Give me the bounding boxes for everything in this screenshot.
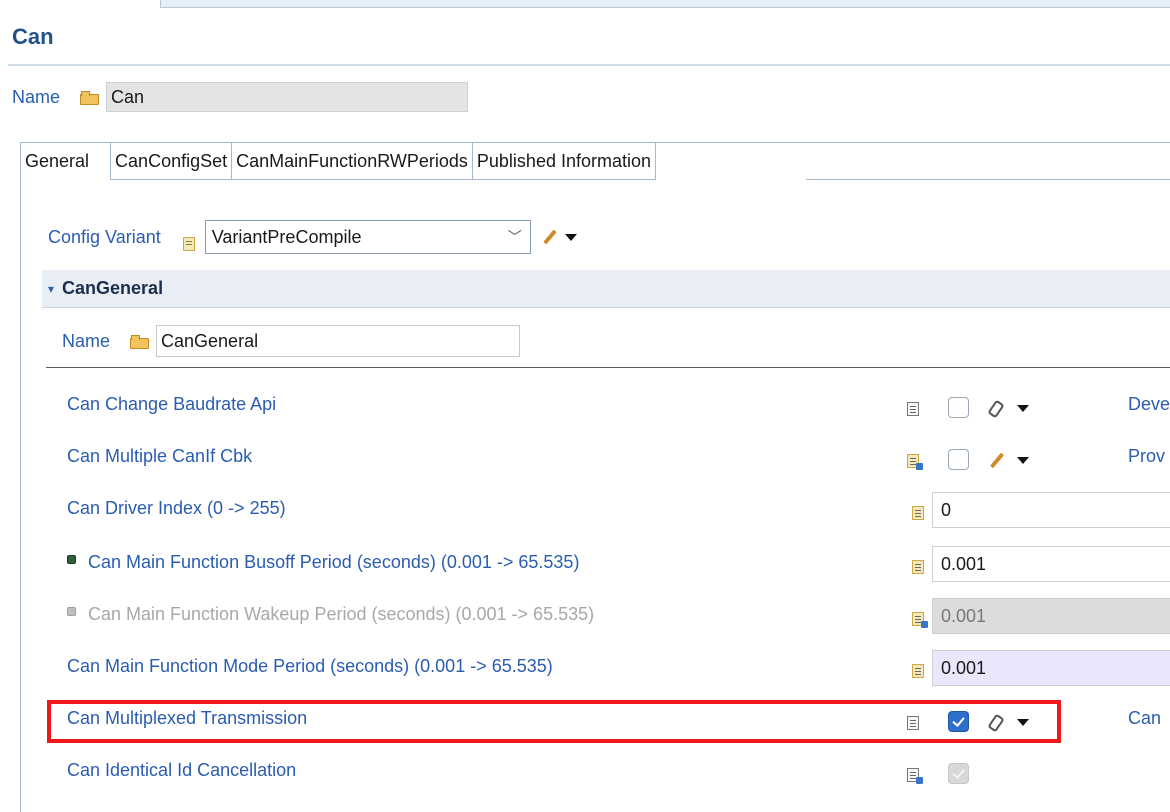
editor-tab-area xyxy=(160,0,1170,8)
multiplicity-icon xyxy=(907,454,923,470)
multiplicity-icon xyxy=(907,402,919,416)
param-value-field: 0.001 xyxy=(932,598,1170,634)
module-name-field[interactable]: Can xyxy=(106,82,469,112)
param-row-busoff-period: Can Main Function Busoff Period (seconds… xyxy=(0,544,1170,584)
param-value-field[interactable]: 0 xyxy=(932,492,1170,528)
chevron-down-icon[interactable]: ﹀ xyxy=(508,227,522,247)
param-row-wakeup-period: Can Main Function Wakeup Period (seconds… xyxy=(0,596,1170,636)
collapse-triangle-icon[interactable]: ▾ xyxy=(48,282,54,296)
module-name-row: Name Can xyxy=(12,82,469,112)
active-status-icon xyxy=(67,555,76,564)
param-value-field[interactable]: 0.001 xyxy=(932,650,1170,686)
config-variant-label[interactable]: Config Variant xyxy=(48,227,161,248)
param-label[interactable]: Can Main Function Mode Period (seconds) … xyxy=(67,656,553,677)
folder-icon xyxy=(130,335,150,349)
wrench-icon[interactable] xyxy=(988,400,1006,416)
tab-bar: General CanConfigSet CanMainFunctionRWPe… xyxy=(20,142,657,180)
param-label[interactable]: Can Driver Index (0 -> 255) xyxy=(67,498,286,519)
cangeneral-name-row: Name CanGeneral xyxy=(62,325,521,357)
param-checkbox xyxy=(948,763,969,784)
dropdown-caret-icon[interactable] xyxy=(564,233,577,241)
page-title: Can xyxy=(12,24,54,49)
param-value-field[interactable]: 0.001 xyxy=(932,546,1170,582)
highlight-box xyxy=(47,700,1061,743)
tab-published-information[interactable]: Published Information xyxy=(471,142,657,180)
tab-canconfigset[interactable]: CanConfigSet xyxy=(110,142,233,180)
param-row-multiple-canif-cbk: Can Multiple CanIf Cbk Prov xyxy=(0,438,1170,478)
multiplicity-icon xyxy=(912,506,924,520)
pencil-icon[interactable] xyxy=(988,452,1006,470)
param-description: Deve xyxy=(1128,394,1170,414)
param-description: Prov xyxy=(1128,446,1166,466)
config-doc-icon xyxy=(182,237,195,251)
multiplicity-icon xyxy=(912,664,924,678)
config-variant-select[interactable]: VariantPreCompile ﹀ xyxy=(204,220,531,254)
dropdown-caret-icon[interactable] xyxy=(1017,457,1029,464)
multiplicity-icon xyxy=(907,768,923,784)
folder-icon xyxy=(80,91,100,105)
section-divider xyxy=(46,367,1170,368)
param-row-change-baudrate-api: Can Change Baudrate Api Deve xyxy=(0,386,1170,426)
module-name-label[interactable]: Name xyxy=(12,87,60,108)
param-row-identical-id-cancellation: Can Identical Id Cancellation xyxy=(0,752,1170,792)
title-divider xyxy=(8,64,1170,66)
inactive-status-icon xyxy=(67,607,76,616)
param-label[interactable]: Can Change Baudrate Api xyxy=(67,394,276,415)
tab-general[interactable]: General xyxy=(20,142,112,180)
config-variant-value: VariantPreCompile xyxy=(211,226,362,247)
section-title: CanGeneral xyxy=(62,278,164,298)
multiplicity-icon xyxy=(912,560,924,574)
dropdown-caret-icon[interactable] xyxy=(1017,405,1029,412)
editor-tab-strip xyxy=(0,0,1170,8)
config-variant-row: Config Variant VariantPreCompile ﹀ xyxy=(48,220,577,254)
param-row-mode-period: Can Main Function Mode Period (seconds) … xyxy=(0,648,1170,688)
tab-bar-line xyxy=(806,179,1170,180)
param-label[interactable]: Can Main Function Wakeup Period (seconds… xyxy=(88,604,594,625)
param-checkbox[interactable] xyxy=(948,397,969,418)
param-row-driver-index: Can Driver Index (0 -> 255) 0 xyxy=(0,490,1170,530)
tab-canmainfunctionrwperiods[interactable]: CanMainFunctionRWPeriods xyxy=(231,142,473,180)
pencil-icon[interactable] xyxy=(541,228,559,246)
param-label[interactable]: Can Multiple CanIf Cbk xyxy=(67,446,252,467)
param-checkbox[interactable] xyxy=(948,449,969,470)
param-description: Can xyxy=(1128,708,1162,728)
param-label[interactable]: Can Main Function Busoff Period (seconds… xyxy=(88,552,579,573)
section-header-cangeneral[interactable]: ▾ CanGeneral xyxy=(42,270,1170,308)
cangeneral-name-field[interactable]: CanGeneral xyxy=(156,325,521,357)
multiplicity-icon xyxy=(912,612,928,628)
param-label[interactable]: Can Identical Id Cancellation xyxy=(67,760,296,781)
cangeneral-name-label[interactable]: Name xyxy=(62,331,110,352)
